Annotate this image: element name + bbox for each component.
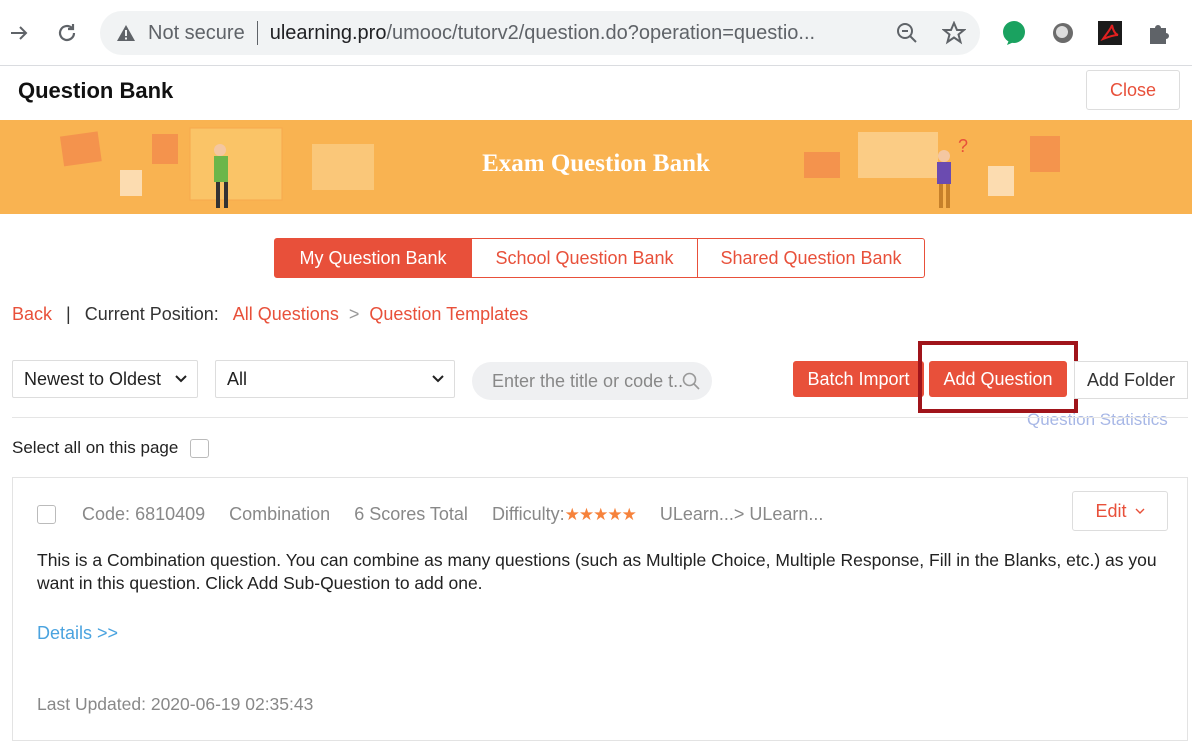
tab-shared-question-bank[interactable]: Shared Question Bank	[698, 238, 925, 278]
back-link[interactable]: Back	[12, 304, 52, 325]
chevron-down-icon	[1135, 508, 1145, 514]
sort-select[interactable]: Newest to Oldest	[12, 360, 198, 398]
chat-extension-icon[interactable]	[1001, 20, 1027, 46]
divider	[12, 417, 1188, 418]
chevron-down-icon	[432, 375, 444, 383]
tab-school-question-bank[interactable]: School Question Bank	[472, 238, 698, 278]
reload-icon[interactable]	[52, 18, 82, 48]
bookmark-star-icon[interactable]	[942, 21, 966, 45]
search-input[interactable]: Enter the title or code t...	[472, 362, 712, 400]
difficulty-stars-icon: ★★★★★	[564, 505, 637, 524]
question-card: Code: 6810409 Combination 6 Scores Total…	[12, 477, 1188, 741]
question-bank-tabs: My Question Bank School Question Bank Sh…	[274, 238, 925, 278]
question-statistics-link[interactable]: Question Statistics	[1027, 410, 1168, 430]
select-all-label: Select all on this page	[12, 438, 179, 457]
browser-toolbar: Not secure ulearning.pro/umooc/tutorv2/q…	[0, 0, 1192, 66]
breadcrumb-separator: |	[66, 304, 71, 324]
select-all-row: Select all on this page	[12, 438, 210, 458]
highlight-box	[918, 341, 1078, 413]
question-type: Combination	[229, 504, 331, 524]
close-button[interactable]: Close	[1086, 70, 1180, 110]
edit-dropdown-button[interactable]: Edit	[1072, 491, 1168, 531]
search-placeholder: Enter the title or code t...	[492, 370, 682, 391]
question-description: This is a Combination question. You can …	[37, 550, 1157, 593]
separator	[256, 21, 258, 45]
question-meta: Code: 6810409 Combination 6 Scores Total…	[37, 504, 847, 525]
breadcrumb-question-templates[interactable]: Question Templates	[369, 304, 528, 325]
filter-select-value: All	[227, 368, 248, 389]
question-scores: 6 Scores Total	[354, 504, 468, 524]
details-link[interactable]: Details >>	[37, 623, 118, 644]
circle-extension-icon[interactable]	[1050, 20, 1076, 46]
page-header: Question Bank Close	[0, 66, 1192, 120]
pdf-extension-icon[interactable]	[1097, 20, 1123, 46]
current-position-label: Current Position:	[84, 304, 219, 324]
forward-icon[interactable]	[4, 18, 34, 48]
filter-select[interactable]: All	[215, 360, 455, 398]
search-icon[interactable]	[682, 372, 700, 390]
security-label: Not secure	[148, 21, 245, 44]
address-bar[interactable]: Not secure ulearning.pro/umooc/tutorv2/q…	[100, 11, 980, 55]
sort-select-value: Newest to Oldest	[24, 368, 162, 389]
add-folder-button[interactable]: Add Folder	[1074, 361, 1188, 399]
url-text: ulearning.pro/umooc/tutorv2/question.do?…	[269, 21, 816, 44]
breadcrumb-arrow: >	[348, 304, 360, 324]
breadcrumb: Back | Current Position: All Questions >…	[12, 304, 528, 325]
question-checkbox[interactable]	[37, 505, 56, 524]
page-title: Question Bank	[18, 78, 174, 103]
question-difficulty: Difficulty:★★★★★	[491, 504, 637, 524]
last-updated: Last Updated: 2020-06-19 02:35:43	[37, 694, 314, 714]
zoom-icon[interactable]	[895, 21, 919, 45]
question-path: ULearn...> ULearn...	[659, 504, 824, 524]
select-all-checkbox[interactable]	[190, 438, 210, 458]
edit-label: Edit	[1095, 500, 1127, 521]
warning-icon	[117, 25, 135, 41]
question-code: Code: 6810409	[82, 504, 206, 524]
banner-title: Exam Question Bank	[482, 150, 710, 177]
extensions-puzzle-icon[interactable]	[1146, 20, 1172, 46]
batch-import-button[interactable]: Batch Import	[793, 361, 924, 397]
chevron-down-icon	[175, 375, 187, 383]
banner: ? Exam Question Bank	[0, 120, 1192, 214]
tab-my-question-bank[interactable]: My Question Bank	[274, 238, 472, 278]
breadcrumb-all-questions[interactable]: All Questions	[233, 304, 339, 325]
